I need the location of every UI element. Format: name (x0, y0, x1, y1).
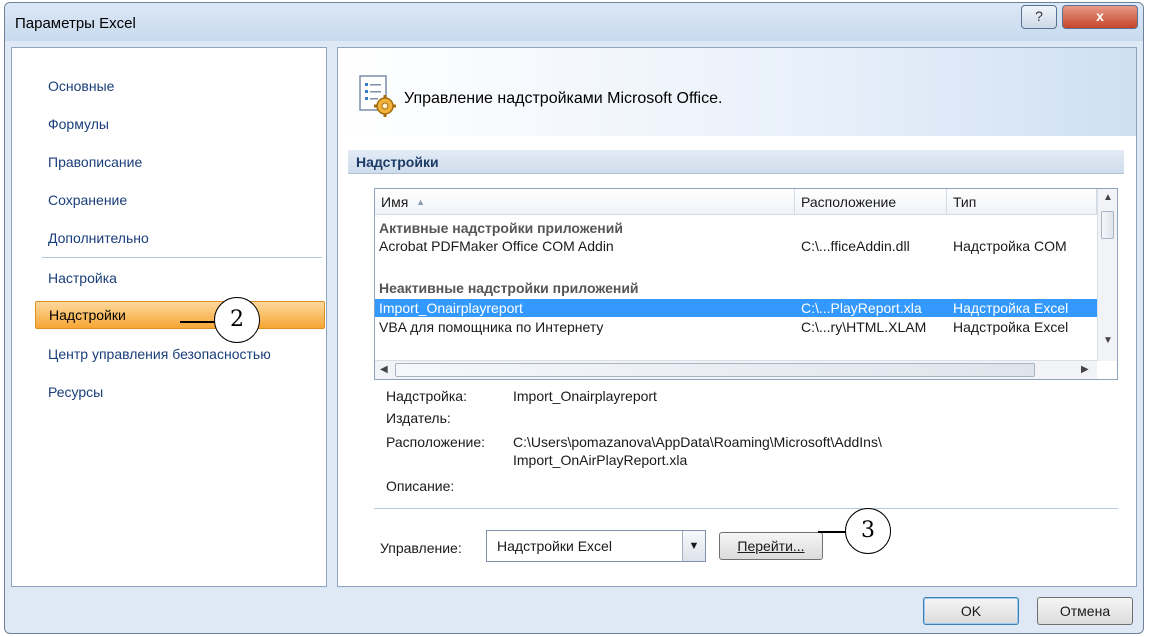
vertical-scrollbar[interactable]: ▲ ▼ (1097, 189, 1117, 361)
nav-separator (42, 257, 322, 258)
horizontal-scroll-thumb[interactable] (395, 363, 1035, 377)
nav-item-proofing[interactable]: Правописание (12, 148, 326, 176)
callout-2: 2 (214, 297, 260, 343)
description-label: Описание: (386, 478, 455, 494)
addins-list[interactable]: Имя ▲ Расположение Тип Активные надстрой… (374, 188, 1118, 380)
nav-item-advanced[interactable]: Дополнительно (12, 224, 326, 252)
callout-3-leader (818, 531, 846, 533)
group-inactive-addins: Неактивные надстройки приложений (379, 280, 639, 296)
dialog-content: Основные Формулы Правописание Сохранение… (11, 47, 1137, 587)
nav-item-basic[interactable]: Основные (12, 72, 326, 100)
scroll-up-icon[interactable]: ▲ (1103, 192, 1113, 203)
scroll-down-icon[interactable]: ▼ (1103, 335, 1113, 346)
table-row-selected[interactable]: Import_Onairplayreport C:\...PlayReport.… (375, 299, 1097, 317)
nav-pane: Основные Формулы Правописание Сохранение… (11, 47, 327, 587)
manage-label: Управление: (380, 540, 462, 556)
nav-item-save[interactable]: Сохранение (12, 186, 326, 214)
main-header-title: Управление надстройками Microsoft Office… (404, 90, 723, 107)
nav-item-formulas[interactable]: Формулы (12, 110, 326, 138)
close-icon: x (1096, 8, 1104, 24)
ok-button[interactable]: OK (923, 597, 1019, 625)
callout-2-leader (180, 321, 216, 323)
help-icon: ? (1035, 8, 1043, 24)
cancel-button[interactable]: Отмена (1037, 597, 1133, 625)
location-label: Расположение: (386, 434, 486, 450)
group-active-addins: Активные надстройки приложений (379, 220, 623, 236)
sort-ascending-icon: ▲ (416, 197, 426, 207)
nav-item-customize[interactable]: Настройка (12, 264, 326, 292)
scroll-right-icon[interactable]: ▶ (1081, 364, 1089, 375)
horizontal-scrollbar[interactable]: ◀ ▶ (375, 360, 1097, 379)
title-bar: Параметры Excel ? x (5, 3, 1143, 41)
column-header-location[interactable]: Расположение (795, 189, 947, 215)
location-value-line2: Import_OnAirPlayReport.xla (513, 452, 688, 468)
nav-item-resources[interactable]: Ресурсы (12, 378, 326, 406)
manage-select-value: Надстройки Excel (497, 538, 612, 554)
excel-options-window: Параметры Excel ? x Основные Формулы Пра… (4, 2, 1144, 634)
nav-item-trust-center[interactable]: Центр управления безопасностью (12, 340, 326, 368)
vertical-scroll-thumb[interactable] (1101, 211, 1114, 239)
location-value-line1: C:\Users\pomazanova\AppData\Roaming\Micr… (513, 434, 882, 450)
section-addins-title: Надстройки (348, 150, 1124, 174)
scroll-left-icon[interactable]: ◀ (380, 364, 388, 375)
help-button[interactable]: ? (1021, 5, 1057, 29)
column-header-name[interactable]: Имя ▲ (375, 189, 795, 215)
publisher-label: Издатель: (386, 410, 451, 426)
manage-select[interactable]: Надстройки Excel ▼ (486, 530, 706, 562)
table-row[interactable]: Acrobat PDFMaker Office COM Addin C:\...… (375, 237, 1097, 255)
details-separator (374, 508, 1118, 509)
main-pane: Управление надстройками Microsoft Office… (337, 47, 1137, 587)
addins-gear-icon (359, 75, 396, 117)
close-button[interactable]: x (1062, 5, 1138, 29)
main-header: Управление надстройками Microsoft Office… (338, 48, 1136, 136)
addin-label: Надстройка: (386, 388, 467, 404)
chevron-down-icon[interactable]: ▼ (682, 531, 705, 561)
window-title: Параметры Excel (15, 15, 136, 32)
nav-item-addins[interactable]: Надстройки (35, 301, 325, 329)
callout-3: 3 (845, 508, 891, 554)
table-row[interactable]: VBA для помощника по Интернету C:\...ry\… (375, 318, 1097, 336)
addin-value: Import_Onairplayreport (513, 388, 657, 404)
go-button[interactable]: Перейти... (719, 532, 823, 560)
column-header-type[interactable]: Тип (947, 189, 1097, 215)
